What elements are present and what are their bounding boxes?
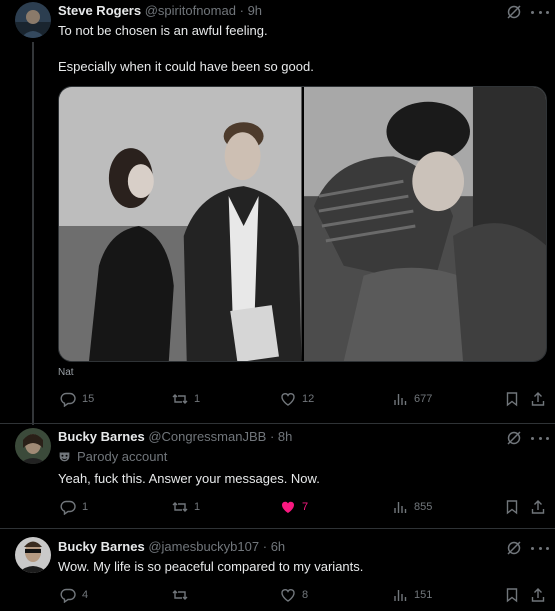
parody-mask-icon: [59, 452, 70, 462]
bookmark-button[interactable]: [504, 391, 520, 407]
author-name[interactable]: Steve Rogers: [58, 3, 141, 18]
author-handle[interactable]: @spiritofnomad: [145, 3, 236, 18]
like-icon: [281, 589, 295, 602]
post-steve-rogers[interactable]: Steve Rogers @spiritofnomad · 9h To not …: [0, 0, 555, 425]
separator: ·: [269, 429, 275, 444]
reply-icon: [60, 588, 76, 603]
more-icon[interactable]: [531, 430, 549, 446]
reply-icon: [60, 500, 76, 515]
reply-button[interactable]: 15: [60, 391, 94, 407]
repost-button[interactable]: 1: [172, 391, 200, 407]
post-text: Yeah, fuck this. Answer your messages. N…: [58, 471, 320, 486]
post-header: Bucky Barnes @CongressmanJBB · 8h: [58, 429, 292, 445]
post-header: Steve Rogers @spiritofnomad · 9h: [58, 3, 262, 19]
author-name[interactable]: Bucky Barnes: [58, 539, 145, 554]
media-alt-label: Nat: [58, 367, 74, 378]
bookmark-icon: [506, 588, 518, 603]
share-icon: [531, 392, 545, 406]
post-bucky-congressman[interactable]: Bucky Barnes @CongressmanJBB · 8h Parody…: [0, 424, 555, 528]
reply-count: 15: [82, 393, 95, 405]
reply-icon: [60, 392, 76, 407]
post-text: Wow. My life is so peaceful compared to …: [58, 559, 364, 574]
views-icon: [394, 502, 407, 513]
like-count: 7: [302, 501, 309, 513]
post-header: Bucky Barnes @jamesbuckyb107 · 6h: [58, 539, 285, 555]
repost-icon: [172, 394, 188, 404]
like-icon: [281, 393, 295, 406]
separator: ·: [239, 3, 244, 18]
share-button[interactable]: [530, 587, 546, 603]
post-text-line2: Especially when it could have been so go…: [58, 59, 314, 74]
reply-count: 4: [82, 589, 89, 601]
repost-icon: [172, 590, 188, 600]
grok-icon[interactable]: [506, 540, 522, 556]
views-button[interactable]: 151: [392, 587, 432, 603]
like-button[interactable]: 7: [280, 499, 308, 515]
action-bar: 4 8 151: [58, 587, 547, 605]
views-count: 151: [414, 589, 433, 601]
share-icon: [531, 500, 545, 514]
like-count: 8: [302, 589, 309, 601]
photo-couple-standing[interactable]: [59, 87, 302, 361]
more-icon[interactable]: [531, 540, 549, 556]
reply-count: 1: [82, 501, 89, 513]
share-button[interactable]: [530, 391, 546, 407]
like-icon: [281, 501, 295, 513]
author-handle[interactable]: @CongressmanJBB: [148, 429, 266, 444]
timestamp[interactable]: 8h: [278, 429, 292, 444]
parody-badge: Parody account: [58, 449, 167, 464]
author-handle[interactable]: @jamesbuckyb107: [148, 539, 259, 554]
views-count: 855: [414, 501, 433, 513]
avatar[interactable]: [15, 537, 51, 573]
repost-button[interactable]: [172, 587, 194, 603]
bookmark-button[interactable]: [504, 587, 520, 603]
timestamp[interactable]: 6h: [271, 539, 285, 554]
views-icon: [394, 394, 407, 405]
repost-button[interactable]: 1: [172, 499, 200, 515]
parody-label: Parody account: [77, 449, 168, 464]
views-button[interactable]: 855: [392, 499, 432, 515]
repost-count: 1: [194, 501, 201, 513]
action-bar: 1 1 7 855: [58, 499, 547, 517]
bookmark-icon: [506, 392, 518, 407]
post-bucky-jamesbuckyb107[interactable]: Bucky Barnes @jamesbuckyb107 · 6h Wow. M…: [0, 529, 555, 611]
photo-couple-kissing[interactable]: [303, 87, 546, 361]
views-count: 677: [414, 393, 433, 405]
thread-line: [32, 42, 34, 425]
separator: ·: [262, 539, 268, 554]
author-name[interactable]: Bucky Barnes: [58, 429, 145, 444]
views-button[interactable]: 677: [392, 391, 432, 407]
repost-icon: [172, 502, 188, 512]
more-icon[interactable]: [531, 4, 549, 20]
avatar[interactable]: [15, 2, 51, 38]
reply-button[interactable]: 1: [60, 499, 88, 515]
like-count: 12: [302, 393, 315, 405]
bookmark-button[interactable]: [504, 499, 520, 515]
views-icon: [394, 590, 407, 601]
bookmark-icon: [506, 500, 518, 515]
timestamp[interactable]: 9h: [248, 3, 262, 18]
avatar[interactable]: [15, 428, 51, 464]
media-grid: [58, 86, 547, 362]
like-button[interactable]: 12: [280, 391, 314, 407]
like-button[interactable]: 8: [280, 587, 308, 603]
share-icon: [531, 588, 545, 602]
grok-icon[interactable]: [506, 4, 522, 20]
grok-icon[interactable]: [506, 430, 522, 446]
action-bar: 15 1 12 677: [58, 391, 547, 409]
repost-count: 1: [194, 393, 201, 405]
post-text-line1: To not be chosen is an awful feeling.: [58, 23, 268, 38]
reply-button[interactable]: 4: [60, 587, 88, 603]
share-button[interactable]: [530, 499, 546, 515]
